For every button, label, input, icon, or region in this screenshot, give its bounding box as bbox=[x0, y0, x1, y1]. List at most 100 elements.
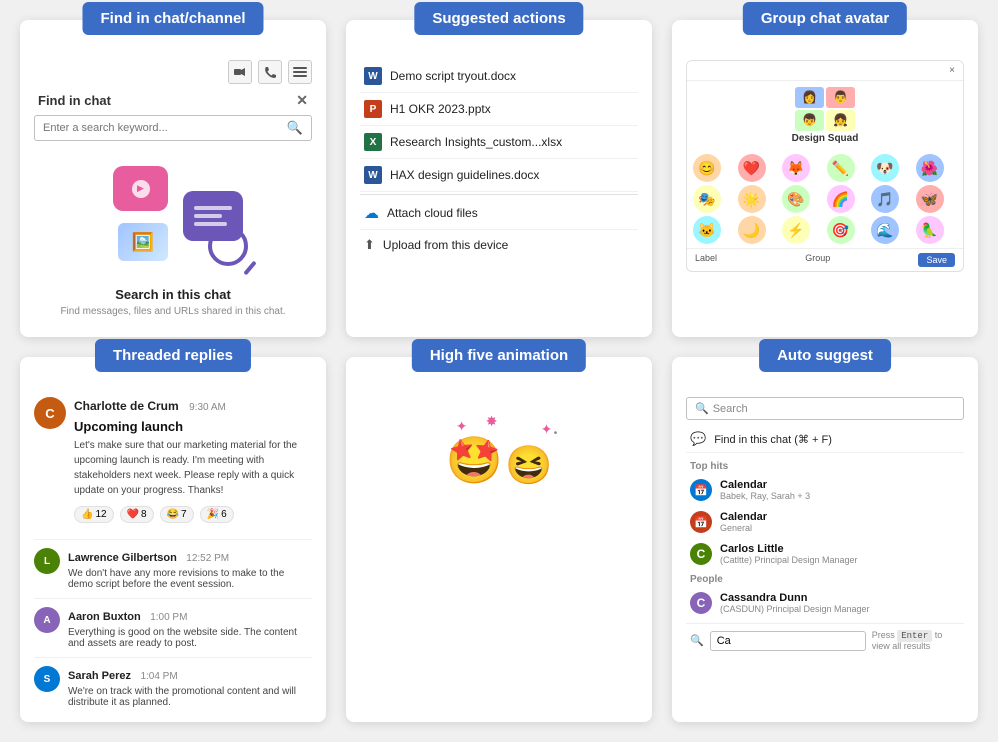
avatar[interactable]: 🎭 bbox=[693, 185, 721, 213]
sparkle-icon: ✸ bbox=[486, 413, 498, 430]
ppt-icon: P bbox=[364, 100, 382, 118]
find-toolbar bbox=[34, 60, 312, 84]
upload-icon: ⬆ bbox=[364, 237, 375, 253]
find-in-chat-header: Find in chat ✕ bbox=[34, 92, 312, 109]
avatar[interactable]: ✏️ bbox=[827, 154, 855, 182]
sparkle-icon: ✦ bbox=[456, 418, 468, 435]
suggested-actions-label: Suggested actions bbox=[414, 2, 583, 35]
reaction-chip[interactable]: 🎉 6 bbox=[200, 506, 234, 523]
reaction-bar: 👍 12 ❤️ 8 😂 7 🎉 6 bbox=[74, 506, 312, 523]
video-call-btn[interactable] bbox=[228, 60, 252, 84]
avatar: A bbox=[34, 607, 60, 633]
find-in-chat-item[interactable]: 💬 Find in this chat (⌘ + F) bbox=[686, 426, 964, 453]
avatar[interactable]: ❤️ bbox=[738, 154, 766, 182]
list-item[interactable]: X Research Insights_custom...xlsx bbox=[360, 126, 638, 159]
label-btn[interactable]: Label bbox=[695, 253, 717, 267]
avatar[interactable]: 🌈 bbox=[827, 185, 855, 213]
reaction-chip[interactable]: 😂 7 bbox=[160, 506, 194, 523]
group-chat-window: × 👩 👨 👦 👧 Design Squad 😊 ❤️ 🦊 ✏ bbox=[686, 60, 964, 272]
avatar[interactable]: 🎯 bbox=[827, 216, 855, 244]
thread-reply: S Sarah Perez 1:04 PM We're on track wit… bbox=[34, 657, 312, 708]
high-five-label: High five animation bbox=[412, 339, 586, 372]
avatar[interactable]: ⚡ bbox=[782, 216, 810, 244]
find-search-box[interactable]: 🔍 bbox=[34, 115, 312, 141]
list-item[interactable]: 📅 Calendar General bbox=[686, 506, 964, 538]
avatar[interactable]: 🌊 bbox=[871, 216, 899, 244]
high-five-emoji-2: 😆 bbox=[505, 444, 552, 488]
suggest-search-input[interactable] bbox=[713, 403, 955, 415]
save-btn[interactable]: Save bbox=[918, 253, 955, 267]
avatar[interactable]: 🎨 bbox=[782, 185, 810, 213]
message-time: 9:30 AM bbox=[189, 402, 226, 413]
avatar[interactable]: 😊 bbox=[693, 154, 721, 182]
list-item[interactable]: P H1 OKR 2023.pptx bbox=[360, 93, 638, 126]
suggest-bottom-bar: 🔍 Press Enter to view all results bbox=[686, 623, 964, 651]
threaded-replies-card: Threaded replies C Charlotte de Crum 9:3… bbox=[20, 357, 326, 722]
word-icon: W bbox=[364, 67, 382, 85]
group-chat-avatar-card: Group chat avatar × 👩 👨 👦 👧 Design Squad bbox=[672, 20, 978, 337]
find-illustration: ▶ 🖼️ bbox=[34, 151, 312, 281]
list-item[interactable]: C Carlos Little (Catltte) Principal Desi… bbox=[686, 538, 964, 570]
avatar[interactable]: 🦋 bbox=[916, 185, 944, 213]
threaded-replies-label: Threaded replies bbox=[95, 339, 251, 372]
avatar[interactable]: 🌟 bbox=[738, 185, 766, 213]
word-icon-2: W bbox=[364, 166, 382, 184]
attach-cloud-item[interactable]: ☁ Attach cloud files bbox=[360, 197, 638, 230]
calendar-icon-2: 📅 bbox=[690, 511, 712, 533]
people-label: People bbox=[686, 570, 964, 587]
group-chat-avatar-grid: 😊 ❤️ 🦊 ✏️ 🐶 🌺 🎭 🌟 🎨 🌈 🎵 🦋 🐱 🌙 ⚡ 🎯 bbox=[687, 150, 963, 248]
more-btn[interactable] bbox=[288, 60, 312, 84]
person-avatar: C bbox=[690, 592, 712, 614]
reaction-chip[interactable]: ❤️ 8 bbox=[120, 506, 154, 523]
avatar[interactable]: 🦜 bbox=[916, 216, 944, 244]
group-chat-name: Design Squad bbox=[687, 133, 963, 144]
avatar[interactable]: 🦊 bbox=[782, 154, 810, 182]
search-icon: 🔍 bbox=[690, 634, 704, 647]
upload-device-item[interactable]: ⬆ Upload from this device bbox=[360, 230, 638, 260]
top-hits-label: Top hits bbox=[686, 457, 964, 474]
find-search-input[interactable] bbox=[43, 122, 287, 134]
thread-reply: L Lawrence Gilbertson 12:52 PM We don't … bbox=[34, 539, 312, 590]
search-icon: 🔍 bbox=[695, 402, 709, 415]
list-item[interactable]: W Demo script tryout.docx bbox=[360, 60, 638, 93]
find-in-chat-icon: 💬 bbox=[690, 431, 706, 447]
search-icon: 🔍 bbox=[287, 120, 303, 136]
avatar: S bbox=[34, 666, 60, 692]
suggest-query-input[interactable] bbox=[710, 631, 866, 651]
list-item[interactable]: C Cassandra Dunn (CASDUN) Principal Desi… bbox=[686, 587, 964, 619]
auto-suggest-card: Auto suggest 🔍 💬 Find in this chat (⌘ + … bbox=[672, 357, 978, 722]
suggested-actions-card: Suggested actions W Demo script tryout.d… bbox=[346, 20, 652, 337]
avatar: L bbox=[34, 548, 60, 574]
emoji-container: ✦ ✸ ✦ • 🤩 😆 bbox=[436, 413, 563, 498]
avatar[interactable]: 🐱 bbox=[693, 216, 721, 244]
suggest-search-box[interactable]: 🔍 bbox=[686, 397, 964, 420]
suggested-list: W Demo script tryout.docx P H1 OKR 2023.… bbox=[360, 60, 638, 260]
find-in-chat-label: Find in chat/channel bbox=[82, 2, 263, 35]
group-chat-avatar-label: Group chat avatar bbox=[743, 2, 907, 35]
avatar: C bbox=[34, 397, 66, 429]
message-body: Let's make sure that our marketing mater… bbox=[74, 438, 312, 498]
list-item[interactable]: W HAX design guidelines.docx bbox=[360, 159, 638, 192]
list-item[interactable]: 📅 Calendar Babek, Ray, Sarah + 3 bbox=[686, 474, 964, 506]
avatar[interactable]: 🌙 bbox=[738, 216, 766, 244]
phone-btn[interactable] bbox=[258, 60, 282, 84]
cloud-icon: ☁ bbox=[364, 204, 379, 222]
close-icon[interactable]: × bbox=[949, 65, 955, 76]
avatar[interactable]: 🐶 bbox=[871, 154, 899, 182]
auto-suggest-label: Auto suggest bbox=[759, 339, 891, 372]
excel-icon: X bbox=[364, 133, 382, 151]
user-name: Charlotte de Crum bbox=[74, 399, 179, 413]
message-title: Upcoming launch bbox=[74, 419, 312, 434]
find-desc: Search in this chat Find messages, files… bbox=[34, 281, 312, 323]
close-icon[interactable]: ✕ bbox=[296, 92, 308, 109]
group-chat-titlebar: × bbox=[687, 61, 963, 81]
avatar[interactable]: 🌺 bbox=[916, 154, 944, 182]
sparkle-icon: • bbox=[554, 428, 558, 439]
find-in-chat-card: Find in chat/channel Find in chat ✕ 🔍 bbox=[20, 20, 326, 337]
group-btn[interactable]: Group bbox=[805, 253, 830, 267]
avatar[interactable]: 🎵 bbox=[871, 185, 899, 213]
person-avatar: C bbox=[690, 543, 712, 565]
calendar-icon: 📅 bbox=[690, 479, 712, 501]
reaction-chip[interactable]: 👍 12 bbox=[74, 506, 114, 523]
thread-reply: A Aaron Buxton 1:00 PM Everything is goo… bbox=[34, 598, 312, 649]
